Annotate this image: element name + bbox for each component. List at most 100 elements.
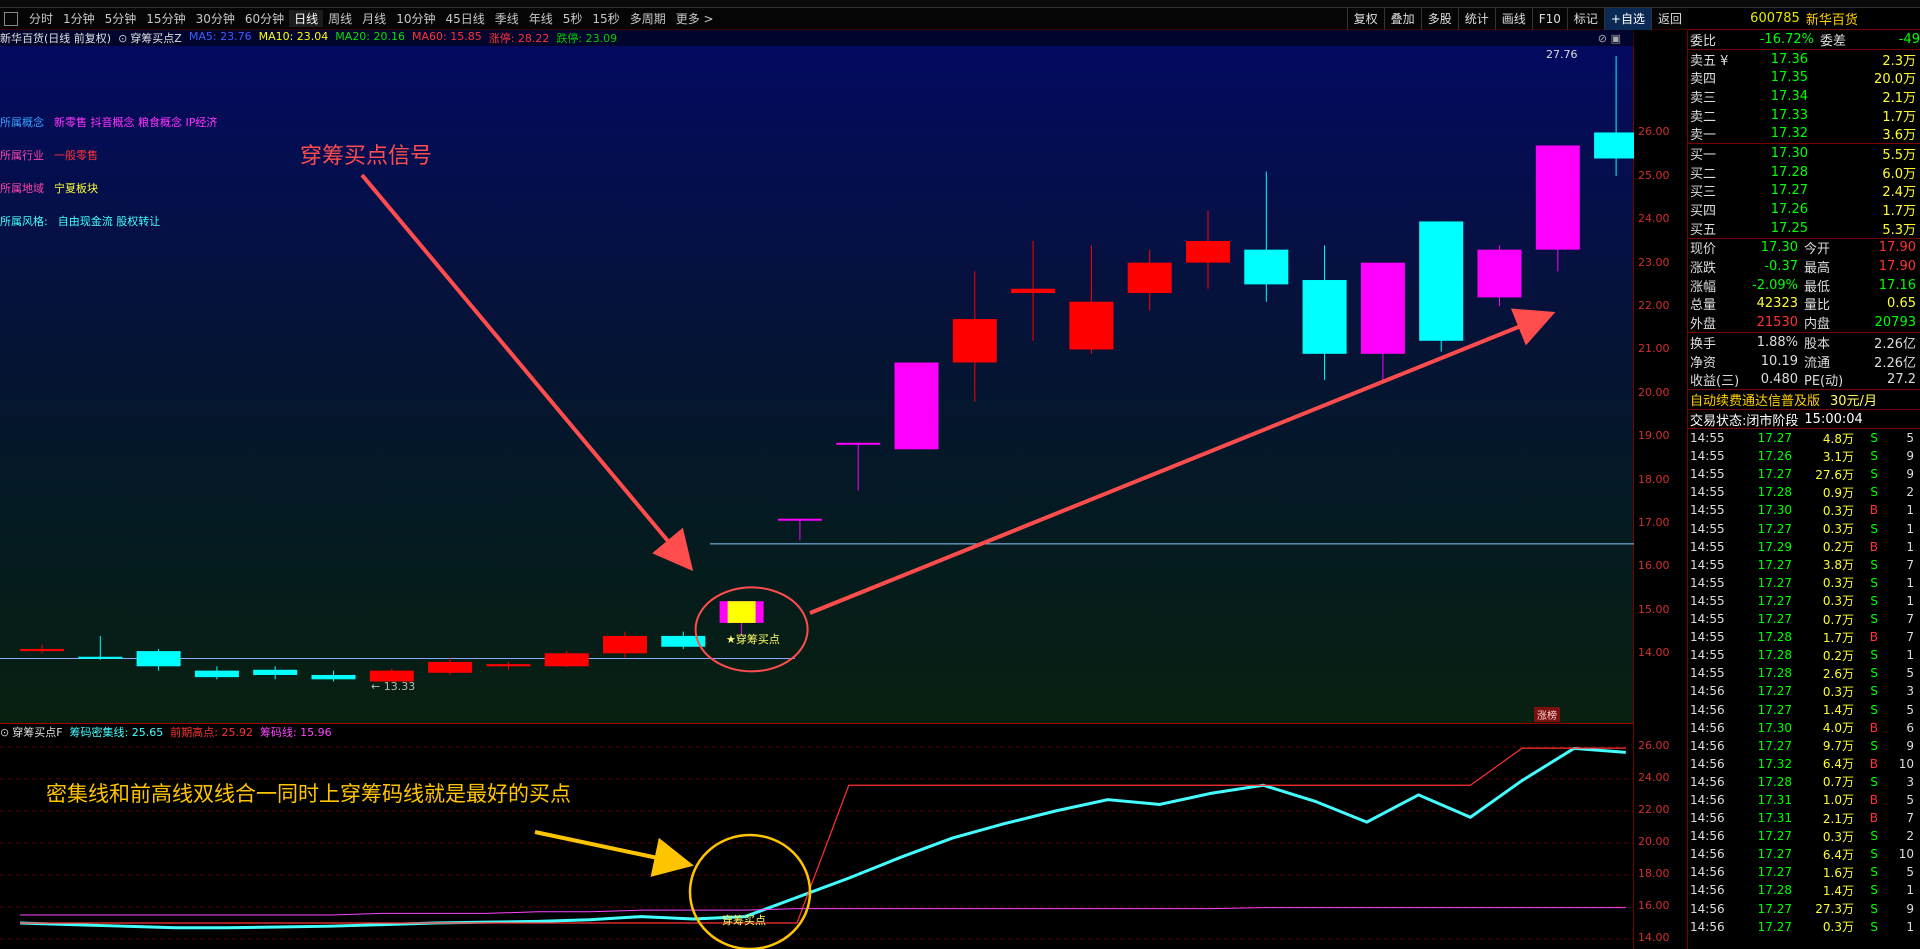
stat-k2-1: 最高 <box>1804 261 1831 277</box>
tick-list[interactable]: 14:55 17.27 4.8万 S 5 14:55 17.26 3.1万 S 9 14:55 17.… <box>1688 429 1920 936</box>
period-tab-16[interactable]: 更多 > <box>671 10 719 27</box>
stat-k2-2: 最低 <box>1804 279 1831 295</box>
ask-vol-4: 3.6万 <box>1882 128 1916 144</box>
tick-time-19: 14:56 <box>1690 774 1725 789</box>
tick-vol-17: 9.7万 <box>1822 739 1854 754</box>
share-v1-1: 10.19 <box>1760 353 1798 369</box>
tick-row-3: 14:55 17.28 0.9万 S 2 <box>1688 483 1920 501</box>
stat-k2-0: 今开 <box>1804 242 1831 258</box>
tick-time-0: 14:55 <box>1690 431 1725 446</box>
price-tick-3: 23.00 <box>1638 255 1670 269</box>
tool-button-3[interactable]: 统计 <box>1457 8 1495 30</box>
period-tab-13[interactable]: 5秒 <box>558 10 588 27</box>
period-tab-5[interactable]: 60分钟 <box>240 10 289 27</box>
tick-vol-19: 0.7万 <box>1822 775 1854 790</box>
tick-time-11: 14:55 <box>1690 630 1725 645</box>
tick-row-0: 14:55 17.27 4.8万 S 5 <box>1688 429 1920 447</box>
bid-label-3: 买四 <box>1690 204 1717 220</box>
tick-time-4: 14:55 <box>1690 503 1725 518</box>
candle-10 <box>603 631 647 658</box>
candle-24 <box>1419 221 1464 352</box>
period-tab-12[interactable]: 年线 <box>524 10 558 27</box>
sub-tick-4: 18.00 <box>1638 866 1670 880</box>
signal-arrow <box>360 173 694 572</box>
ask-row-3: 卖二 17.33 1.7万 <box>1688 106 1920 125</box>
buy-rule-arrow <box>534 830 694 877</box>
period-tab-0[interactable]: 分时 <box>24 10 58 27</box>
period-tab-2[interactable]: 5分钟 <box>100 10 142 27</box>
period-tab-10[interactable]: 45日线 <box>440 10 489 27</box>
price-tick-11: 15.00 <box>1638 602 1670 616</box>
period-tab-1[interactable]: 1分钟 <box>58 10 100 27</box>
top-strip <box>0 0 1920 8</box>
candle-0 <box>20 644 64 654</box>
menu-icon[interactable] <box>4 11 18 26</box>
trade-status: 交易状态: 闭市阶段 15:00:04 <box>1688 409 1920 430</box>
stat-row-4: 外盘 21530 内盘 20793 <box>1688 313 1920 332</box>
subscription-banner[interactable]: 自动续费通达信普及版 30元/月 <box>1688 389 1920 409</box>
bid-row-1: 买二 17.28 6.0万 <box>1688 163 1920 182</box>
candle-8 <box>486 661 531 670</box>
tick-row-16: 14:56 17.30 4.0万 B 6 <box>1688 719 1920 737</box>
price-tick-0: 26.00 <box>1638 125 1670 139</box>
indicator-subchart[interactable]: ⊙ 穿筹买点F 筹码密集线: 25.65 前期高点: 25.92 筹码线: 15.9… <box>0 723 1634 949</box>
tick-vol-2: 27.6万 <box>1815 467 1854 482</box>
period-tab-9[interactable]: 10分钟 <box>391 10 440 27</box>
stat-k2-4: 内盘 <box>1804 317 1831 333</box>
tick-vol-21: 2.1万 <box>1822 811 1854 826</box>
tick-time-24: 14:56 <box>1690 865 1725 880</box>
bid-price-2: 17.27 <box>1770 183 1808 199</box>
tick-dir-17: S <box>1870 738 1878 753</box>
tick-row-20: 14:56 17.31 1.0万 B 5 <box>1688 791 1920 809</box>
tick-count-21: 7 <box>1906 811 1914 826</box>
kline-chart[interactable]: 新华百货(日线 前复权) ⊙ 穿筹买点Z MA5: 23.76 MA10: 23.… <box>0 30 1634 723</box>
stat-k1-0: 现价 <box>1690 242 1717 258</box>
stat-row-0: 现价 17.30 今开 17.90 <box>1688 239 1920 258</box>
tick-count-4: 1 <box>1906 503 1914 518</box>
ask-row-0: 卖五 ¥ 17.36 2.3万 <box>1688 50 1920 69</box>
period-tab-11[interactable]: 季线 <box>490 10 524 27</box>
stat-k1-4: 外盘 <box>1690 317 1717 333</box>
tick-count-20: 5 <box>1906 792 1914 807</box>
period-tab-4[interactable]: 30分钟 <box>191 10 240 27</box>
period-tab-8[interactable]: 月线 <box>357 10 391 27</box>
price-tick-2: 24.00 <box>1638 212 1670 226</box>
tick-row-6: 14:55 17.29 0.2万 B 1 <box>1688 538 1920 556</box>
tool-button-8[interactable]: 返回 <box>1650 8 1688 30</box>
tick-row-18: 14:56 17.32 6.4万 B 10 <box>1688 755 1920 773</box>
candle-26 <box>1535 145 1580 272</box>
tick-dir-24: S <box>1870 865 1878 880</box>
stat-v1-4: 21530 <box>1756 315 1798 331</box>
tool-button-1[interactable]: 叠加 <box>1383 8 1421 30</box>
candle-23 <box>1360 262 1405 380</box>
period-tab-6[interactable]: 日线 <box>289 10 324 27</box>
tick-row-11: 14:55 17.28 1.7万 B 7 <box>1688 628 1920 646</box>
tick-price-15: 17.27 <box>1757 702 1792 717</box>
share-stats: 换手 1.88% 股本 2.26亿 净资 10.19 流通 2.26亿 收益(三) 0.480 PE… <box>1688 332 1920 389</box>
tool-button-7[interactable]: +自选 <box>1603 8 1651 30</box>
period-tab-7[interactable]: 周线 <box>323 10 357 27</box>
tick-row-17: 14:56 17.27 9.7万 S 9 <box>1688 737 1920 755</box>
tool-button-2[interactable]: 多股 <box>1420 8 1458 30</box>
tick-vol-20: 1.0万 <box>1822 793 1854 808</box>
tick-time-23: 14:56 <box>1690 847 1725 862</box>
tick-time-18: 14:56 <box>1690 756 1725 771</box>
share-k1-1: 净资 <box>1690 355 1717 371</box>
period-tab-14[interactable]: 15秒 <box>587 10 624 27</box>
period-tab-3[interactable]: 15分钟 <box>141 10 190 27</box>
candle-21 <box>1244 171 1289 302</box>
tick-dir-4: B <box>1869 503 1878 518</box>
bid-label-1: 买二 <box>1690 166 1717 182</box>
tick-dir-25: S <box>1870 883 1878 898</box>
price-tick-5: 21.00 <box>1638 342 1670 356</box>
tool-button-4[interactable]: 画线 <box>1494 8 1532 30</box>
tool-button-0[interactable]: 复权 <box>1346 8 1384 30</box>
tick-price-18: 17.32 <box>1757 756 1792 771</box>
stat-k1-2: 涨幅 <box>1690 279 1717 295</box>
stock-code: 600785 <box>1750 11 1800 26</box>
period-tab-15[interactable]: 多周期 <box>625 10 671 27</box>
tool-button-6[interactable]: 标记 <box>1566 8 1604 30</box>
ask-label-2: 卖三 <box>1690 90 1717 106</box>
sub-tick-0: 26.00 <box>1638 738 1670 752</box>
tool-button-5[interactable]: F10 <box>1531 8 1567 30</box>
